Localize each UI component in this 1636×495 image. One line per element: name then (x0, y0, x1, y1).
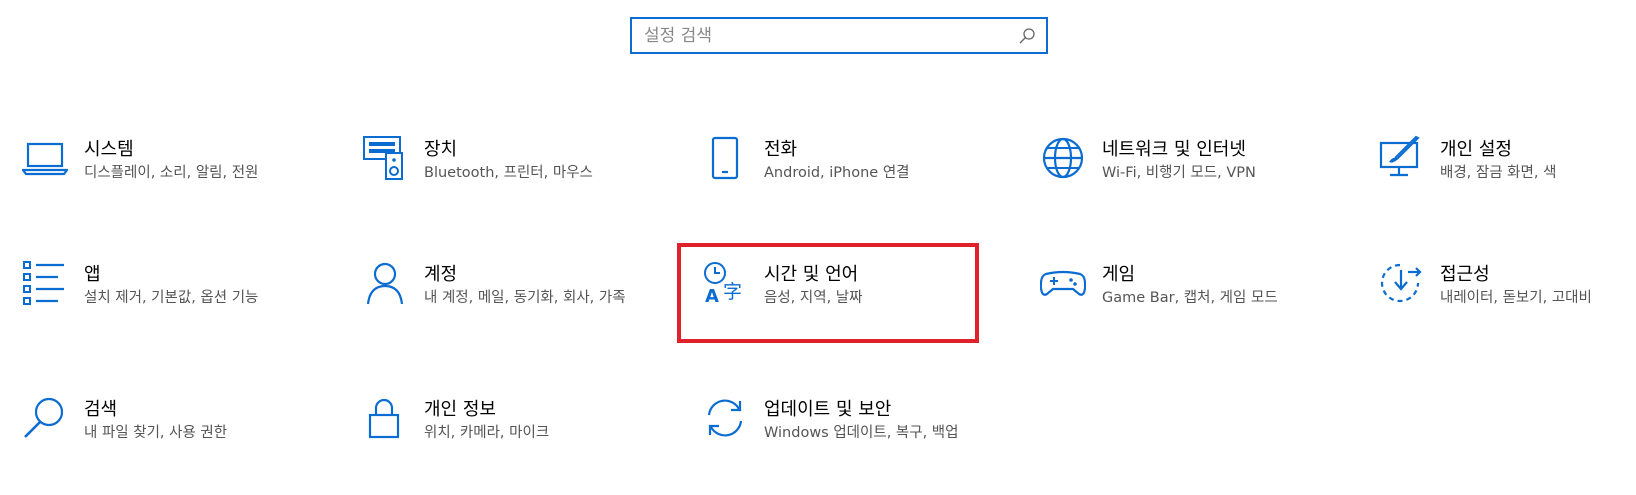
search-input[interactable] (644, 19, 1004, 52)
tile-description: 설치 제거, 기본값, 옵션 기능 (84, 290, 259, 306)
tile-title: 네트워크 및 인터넷 (1102, 139, 1246, 160)
tile-title: 시스템 (84, 139, 134, 160)
tile-description: Bluetooth, 프린터, 마우스 (424, 165, 593, 181)
tile-title: 계정 (424, 264, 458, 285)
tile-description: 위치, 카메라, 마이크 (424, 425, 550, 441)
settings-search-box[interactable] (630, 17, 1048, 54)
phone-icon (702, 135, 748, 181)
accessibility-icon (1378, 260, 1424, 306)
tile-title: 장치 (424, 139, 458, 160)
tile-description: Windows 업데이트, 복구, 백업 (764, 425, 959, 441)
tile-phone[interactable]: 전화 Android, iPhone 연결 (702, 135, 1002, 235)
tile-accessibility[interactable]: 접근성 내레이터, 돋보기, 고대비 (1378, 260, 1636, 360)
tile-title: 검색 (84, 399, 118, 420)
laptop-icon (20, 135, 70, 181)
tile-network[interactable]: 네트워크 및 인터넷 Wi-Fi, 비행기 모드, VPN (1040, 135, 1340, 235)
search-magnifier-icon[interactable] (1018, 27, 1036, 45)
personalization-icon (1378, 135, 1424, 181)
tile-description: 배경, 잠금 화면, 색 (1440, 165, 1557, 181)
tile-system[interactable]: 시스템 디스플레이, 소리, 알림, 전원 (20, 135, 322, 235)
tile-title: 전화 (764, 139, 798, 160)
tile-devices[interactable]: 장치 Bluetooth, 프린터, 마우스 (362, 135, 662, 235)
tile-description: 내 계정, 메일, 동기화, 회사, 가족 (424, 290, 626, 306)
lock-icon (362, 395, 408, 441)
tile-personalization[interactable]: 개인 설정 배경, 잠금 화면, 색 (1378, 135, 1636, 235)
tile-description: 내 파일 찾기, 사용 권한 (84, 425, 228, 441)
tile-title: 앱 (84, 264, 101, 285)
tile-gaming[interactable]: 게임 Game Bar, 캡처, 게임 모드 (1039, 260, 1340, 360)
tile-title: 업데이트 및 보안 (764, 399, 892, 420)
apps-list-icon (22, 260, 68, 306)
search-icon (22, 395, 68, 441)
tile-description: Android, iPhone 연결 (764, 165, 910, 181)
tile-title: 개인 정보 (424, 399, 496, 420)
tile-apps[interactable]: 앱 설치 제거, 기본값, 옵션 기능 (22, 260, 322, 360)
tile-privacy[interactable]: 개인 정보 위치, 카메라, 마이크 (362, 395, 662, 495)
tile-title: 접근성 (1440, 264, 1490, 285)
person-icon (362, 260, 408, 306)
gamepad-icon (1039, 260, 1087, 306)
update-icon (702, 395, 748, 441)
globe-icon (1040, 135, 1086, 181)
selection-highlight-box (677, 243, 979, 343)
tile-description: Wi-Fi, 비행기 모드, VPN (1102, 165, 1256, 181)
tile-description: 디스플레이, 소리, 알림, 전원 (84, 165, 259, 181)
tile-update-security[interactable]: 업데이트 및 보안 Windows 업데이트, 복구, 백업 (702, 395, 1002, 495)
devices-icon (362, 135, 408, 181)
tile-title: 개인 설정 (1440, 139, 1512, 160)
tile-description: 내레이터, 돋보기, 고대비 (1440, 290, 1592, 306)
tile-search[interactable]: 검색 내 파일 찾기, 사용 권한 (22, 395, 322, 495)
tile-description: Game Bar, 캡처, 게임 모드 (1102, 290, 1278, 306)
tile-accounts[interactable]: 계정 내 계정, 메일, 동기화, 회사, 가족 (362, 260, 662, 360)
tile-title: 게임 (1102, 264, 1136, 285)
